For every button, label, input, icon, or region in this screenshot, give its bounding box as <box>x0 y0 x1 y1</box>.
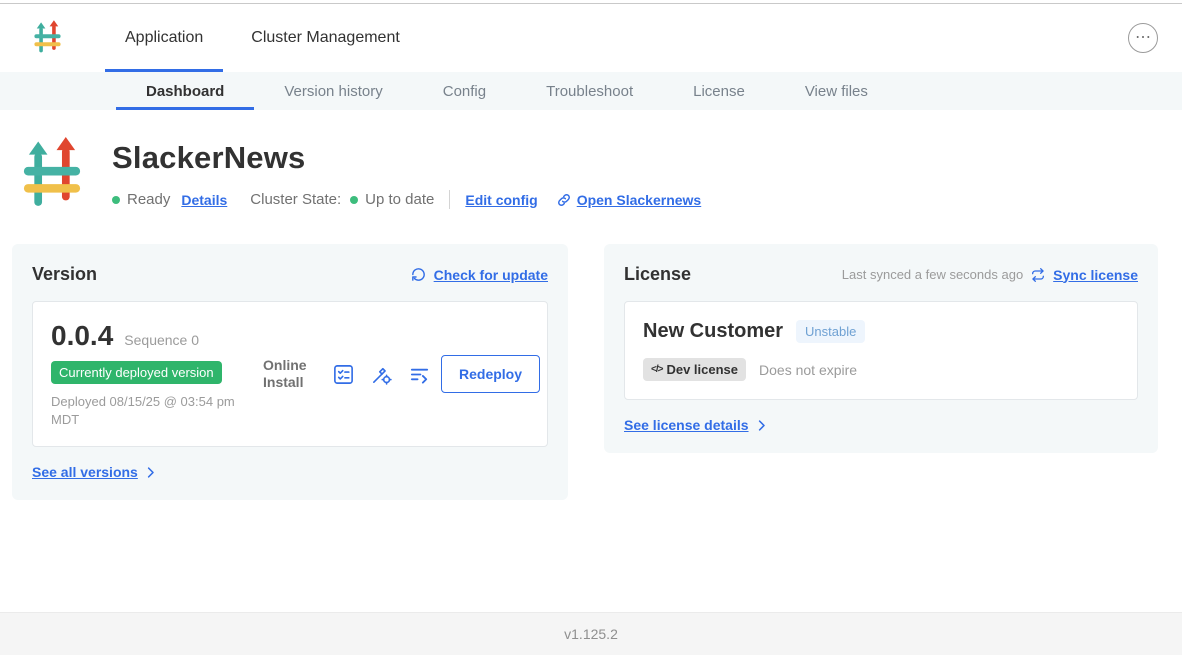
sync-icon <box>1030 267 1046 283</box>
app-header: SlackerNews Ready Details Cluster State:… <box>0 110 1182 214</box>
deployed-timestamp: Deployed 08/15/25 @ 03:54 pm MDT <box>51 393 251 428</box>
last-synced-text: Last synced a few seconds ago <box>842 267 1023 282</box>
cluster-state-value: Up to date <box>365 191 434 208</box>
dashboard-cards: Version Check for update 0.0.4 Sequ <box>0 214 1182 500</box>
version-info: 0.0.4 Sequence 0 Currently deployed vers… <box>51 320 263 428</box>
channel-badge: Unstable <box>796 320 865 343</box>
overflow-menu-icon: ⋯ <box>1135 30 1151 46</box>
tab-cluster-management[interactable]: Cluster Management <box>231 4 420 72</box>
license-panel: New Customer Unstable </> Dev license Do… <box>624 301 1138 400</box>
see-license-details[interactable]: See license details <box>624 417 1138 433</box>
customer-name: New Customer <box>643 320 783 343</box>
version-number-row: 0.0.4 Sequence 0 <box>51 320 263 352</box>
subnav-license-label: License <box>693 83 745 100</box>
subnav-troubleshoot-label: Troubleshoot <box>546 83 633 100</box>
app-status-dot <box>112 196 120 204</box>
subnav-dashboard-label: Dashboard <box>146 83 224 100</box>
license-card: License Last synced a few seconds ago Sy… <box>604 244 1158 453</box>
cluster-state-label: Cluster State: <box>250 191 341 208</box>
tab-cluster-management-label: Cluster Management <box>251 29 400 47</box>
redeploy-button[interactable]: Redeploy <box>441 355 540 393</box>
license-card-header: License Last synced a few seconds ago Sy… <box>624 264 1138 285</box>
license-type-row: </> Dev license Does not expire <box>643 358 1119 381</box>
status-divider <box>449 190 450 209</box>
edit-config-link[interactable]: Edit config <box>465 192 537 208</box>
subnav-item-troubleshoot[interactable]: Troubleshoot <box>516 72 663 110</box>
chevron-right-icon <box>143 465 158 480</box>
app-status-text: Ready <box>127 191 170 208</box>
subnav-version-history-label: Version history <box>284 83 382 100</box>
see-license-details-link[interactable]: See license details <box>624 417 749 433</box>
check-for-update-link[interactable]: Check for update <box>434 267 548 283</box>
app-icon <box>23 136 81 214</box>
sync-license-group: Last synced a few seconds ago Sync licen… <box>842 267 1138 283</box>
chevron-right-icon <box>754 418 769 433</box>
subnav-item-dashboard[interactable]: Dashboard <box>116 72 254 110</box>
main-content: SlackerNews Ready Details Cluster State:… <box>0 110 1182 500</box>
version-number: 0.0.4 <box>51 320 113 352</box>
app-header-text: SlackerNews Ready Details Cluster State:… <box>112 136 701 214</box>
view-logs-icon[interactable] <box>408 363 431 386</box>
see-all-versions-link[interactable]: See all versions <box>32 464 138 480</box>
cluster-state-dot <box>350 196 358 204</box>
check-for-update-group: Check for update <box>410 266 548 283</box>
see-all-versions[interactable]: See all versions <box>32 464 548 480</box>
code-icon: </> <box>651 364 662 375</box>
console-version: v1.125.2 <box>564 626 618 642</box>
version-card: Version Check for update 0.0.4 Sequ <box>12 244 568 500</box>
open-slackernews-link[interactable]: Open Slackernews <box>577 192 702 208</box>
tab-application-label: Application <box>125 29 203 47</box>
subnav-item-config[interactable]: Config <box>413 72 516 110</box>
subnav-config-label: Config <box>443 83 486 100</box>
footer: v1.125.2 <box>0 612 1182 655</box>
sub-nav: Dashboard Version history Config Trouble… <box>0 72 1182 110</box>
status-row: Ready Details Cluster State: Up to date … <box>112 190 701 209</box>
version-card-header: Version Check for update <box>32 264 548 285</box>
version-card-title: Version <box>32 264 97 285</box>
customer-name-row: New Customer Unstable <box>643 320 1119 343</box>
refresh-icon <box>410 266 427 283</box>
slackernews-logo-icon[interactable] <box>34 18 61 58</box>
version-action-icons <box>332 363 431 386</box>
details-link[interactable]: Details <box>181 192 227 208</box>
subnav-item-license[interactable]: License <box>663 72 775 110</box>
license-type-badge: </> Dev license <box>643 358 746 381</box>
sync-license-link[interactable]: Sync license <box>1053 267 1138 283</box>
top-nav: Application Cluster Management ⋯ <box>0 4 1182 72</box>
license-type-label: Dev license <box>666 362 738 377</box>
subnav-item-version-history[interactable]: Version history <box>254 72 412 110</box>
deployed-badge: Currently deployed version <box>51 361 222 384</box>
subnav-view-files-label: View files <box>805 83 868 100</box>
edit-config-icon[interactable] <box>370 363 393 386</box>
current-version-panel: 0.0.4 Sequence 0 Currently deployed vers… <box>32 301 548 447</box>
subnav-item-view-files[interactable]: View files <box>775 72 898 110</box>
tab-application[interactable]: Application <box>105 4 223 72</box>
release-notes-icon[interactable] <box>332 363 355 386</box>
link-icon <box>556 192 572 208</box>
overflow-menu-button[interactable]: ⋯ <box>1128 23 1158 53</box>
license-card-title: License <box>624 264 691 285</box>
main-tabs: Application Cluster Management <box>105 4 428 72</box>
expiration-text: Does not expire <box>759 362 857 378</box>
page-title: SlackerNews <box>112 140 701 176</box>
sequence-label: Sequence 0 <box>124 332 199 348</box>
install-type-label: Online Install <box>263 357 317 392</box>
